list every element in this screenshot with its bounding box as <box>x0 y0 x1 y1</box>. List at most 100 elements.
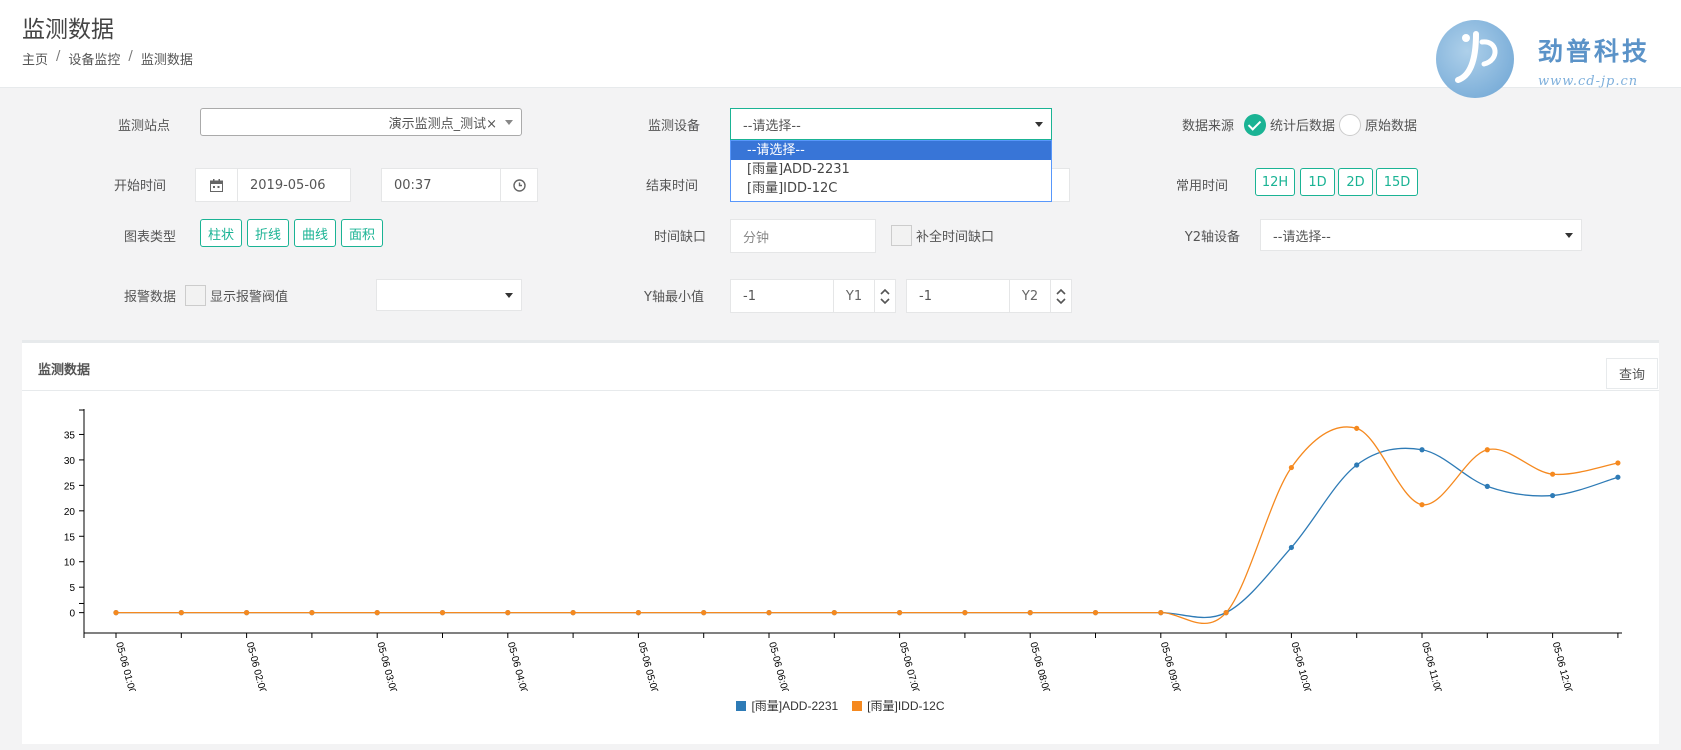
legend-item[interactable]: [雨量]ADD-2231 <box>736 697 838 714</box>
chart-legend: [雨量]ADD-2231 [雨量]IDD-12C <box>22 697 1659 714</box>
time-gap-input[interactable]: 分钟 <box>730 219 876 253</box>
chevron-up-icon[interactable] <box>1056 288 1066 295</box>
fill-gap-label: 补全时间缺口 <box>916 230 995 245</box>
data-point <box>766 610 772 616</box>
chevron-down-icon <box>505 120 513 125</box>
chart-panel: 监测数据 查询 0 5 10 15 20 25 30 35 05-06 01:00 05-06 0… <box>22 340 1659 744</box>
chevron-down-icon[interactable] <box>880 297 890 305</box>
data-point <box>1550 492 1556 499</box>
alarm-threshold-select[interactable] <box>376 279 522 311</box>
station-select[interactable]: 演示监测点_测试× <box>200 108 522 136</box>
fill-gap-checkbox[interactable] <box>891 225 912 246</box>
y-tick-label: 20 <box>64 507 76 518</box>
x-tick-label: 05-06 07:00 <box>897 641 922 691</box>
device-option[interactable]: [雨量]IDD-12C <box>731 179 1051 198</box>
y-tick-label: 10 <box>64 558 76 569</box>
y1-min-value: -1 <box>743 288 756 304</box>
x-tick-label: 05-06 11:00 <box>1419 641 1443 691</box>
y2-device-select[interactable]: --请选择-- <box>1260 219 1582 251</box>
device-select[interactable]: --请选择-- <box>730 108 1052 140</box>
chevron-down-icon <box>1565 233 1573 238</box>
y-min-label: Y轴最小值 <box>644 290 704 305</box>
x-tick-label: 05-06 08:00 <box>1027 641 1052 691</box>
start-time-input[interactable]: 00:37 <box>381 168 501 202</box>
show-alarm-checkbox[interactable] <box>185 285 206 306</box>
chevron-down-icon <box>1035 122 1043 127</box>
chevron-down-icon <box>505 293 513 298</box>
time-1d-button[interactable]: 1D <box>1300 168 1335 196</box>
clock-icon[interactable] <box>500 168 538 202</box>
breadcrumb-device-monitor[interactable]: 设备监控 <box>68 49 120 68</box>
device-label: 监测设备 <box>647 119 700 134</box>
data-point <box>113 610 119 616</box>
data-point <box>1615 460 1621 466</box>
x-tick-label: 05-06 02:00 <box>244 641 269 691</box>
radio-raw-label: 原始数据 <box>1365 119 1418 134</box>
alarm-data-label: 报警数据 <box>123 290 176 305</box>
device-option[interactable]: --请选择-- <box>731 141 1051 160</box>
breadcrumb-home[interactable]: 主页 <box>22 49 48 68</box>
data-point <box>1354 425 1360 431</box>
chevron-down-icon[interactable] <box>1056 297 1066 305</box>
start-time-value: 00:37 <box>394 177 432 193</box>
chart-type-line-button[interactable]: 折线 <box>247 219 289 247</box>
data-point <box>178 610 184 616</box>
data-point <box>1550 471 1556 477</box>
calendar-icon[interactable] <box>195 168 238 202</box>
breadcrumb-separator: / <box>128 49 133 64</box>
device-option[interactable]: [雨量]ADD-2231 <box>731 160 1051 179</box>
radio-raw-data[interactable] <box>1339 114 1361 136</box>
data-point <box>635 610 642 616</box>
query-button[interactable]: 查询 <box>1606 358 1658 389</box>
legend-label: [雨量]ADD-2231 <box>751 699 839 713</box>
data-point <box>1288 544 1294 551</box>
x-tick-label: 05-06 03:00 <box>374 641 399 691</box>
chevron-up-icon[interactable] <box>880 288 890 295</box>
data-point <box>1223 610 1229 616</box>
data-point <box>962 610 968 616</box>
time-15d-button[interactable]: 15D <box>1376 168 1418 196</box>
y2-addon: Y2 <box>1009 279 1051 313</box>
time-2d-button[interactable]: 2D <box>1338 168 1373 196</box>
data-point <box>309 610 315 616</box>
logo-mark-icon <box>1436 20 1514 98</box>
line-chart: 0 5 10 15 20 25 30 35 05-06 01:00 05-06 02:00 05-0… <box>64 409 1622 691</box>
breadcrumb: 主页 / 设备监控 / 监测数据 <box>22 49 193 68</box>
y-tick-label: 35 <box>64 430 76 441</box>
time-12h-button[interactable]: 12H <box>1255 168 1295 196</box>
data-point <box>1354 462 1360 468</box>
x-tick-label: 05-06 04:00 <box>505 641 530 691</box>
y-tick-label: 30 <box>64 456 76 467</box>
x-tick-label: 05-06 09:00 <box>1158 641 1183 691</box>
y-tick-label: 5 <box>69 583 75 594</box>
legend-item[interactable]: [雨量]IDD-12C <box>852 697 945 714</box>
device-dropdown-list: --请选择-- [雨量]ADD-2231 [雨量]IDD-12C <box>730 140 1052 202</box>
series-line <box>115 426 1619 624</box>
y2-device-label: Y2轴设备 <box>1184 230 1240 245</box>
data-point <box>505 610 511 616</box>
y1-min-input[interactable]: -1 <box>730 279 834 313</box>
chart-type-bar-button[interactable]: 柱状 <box>200 219 242 247</box>
data-point <box>1484 483 1490 489</box>
data-point <box>831 610 837 616</box>
start-date-input[interactable]: 2019-05-06 <box>237 168 351 202</box>
chart-type-area-button[interactable]: 面积 <box>341 219 383 247</box>
page-title: 监测数据 <box>22 17 114 43</box>
chart-type-curve-button[interactable]: 曲线 <box>294 219 336 247</box>
x-tick-label: 05-06 05:00 <box>636 641 661 691</box>
station-selected-value: 演示监测点_测试× <box>388 116 497 132</box>
x-tick-label: 05-06 06:00 <box>766 641 791 691</box>
y2-min-input[interactable]: -1 <box>906 279 1010 313</box>
radio-statistical-data[interactable] <box>1244 114 1266 136</box>
y1-stepper[interactable] <box>874 279 896 313</box>
data-point <box>1158 610 1164 616</box>
x-tick-label: 05-06 01:00 <box>113 641 138 691</box>
data-point <box>1419 502 1425 508</box>
y2-stepper[interactable] <box>1050 279 1072 313</box>
data-point <box>701 610 707 616</box>
data-point <box>897 610 903 616</box>
common-time-label: 常用时间 <box>1175 179 1228 194</box>
y-tick-label: 25 <box>64 481 76 492</box>
show-alarm-label: 显示报警阀值 <box>210 290 289 305</box>
y-tick-label: 0 <box>69 609 75 620</box>
